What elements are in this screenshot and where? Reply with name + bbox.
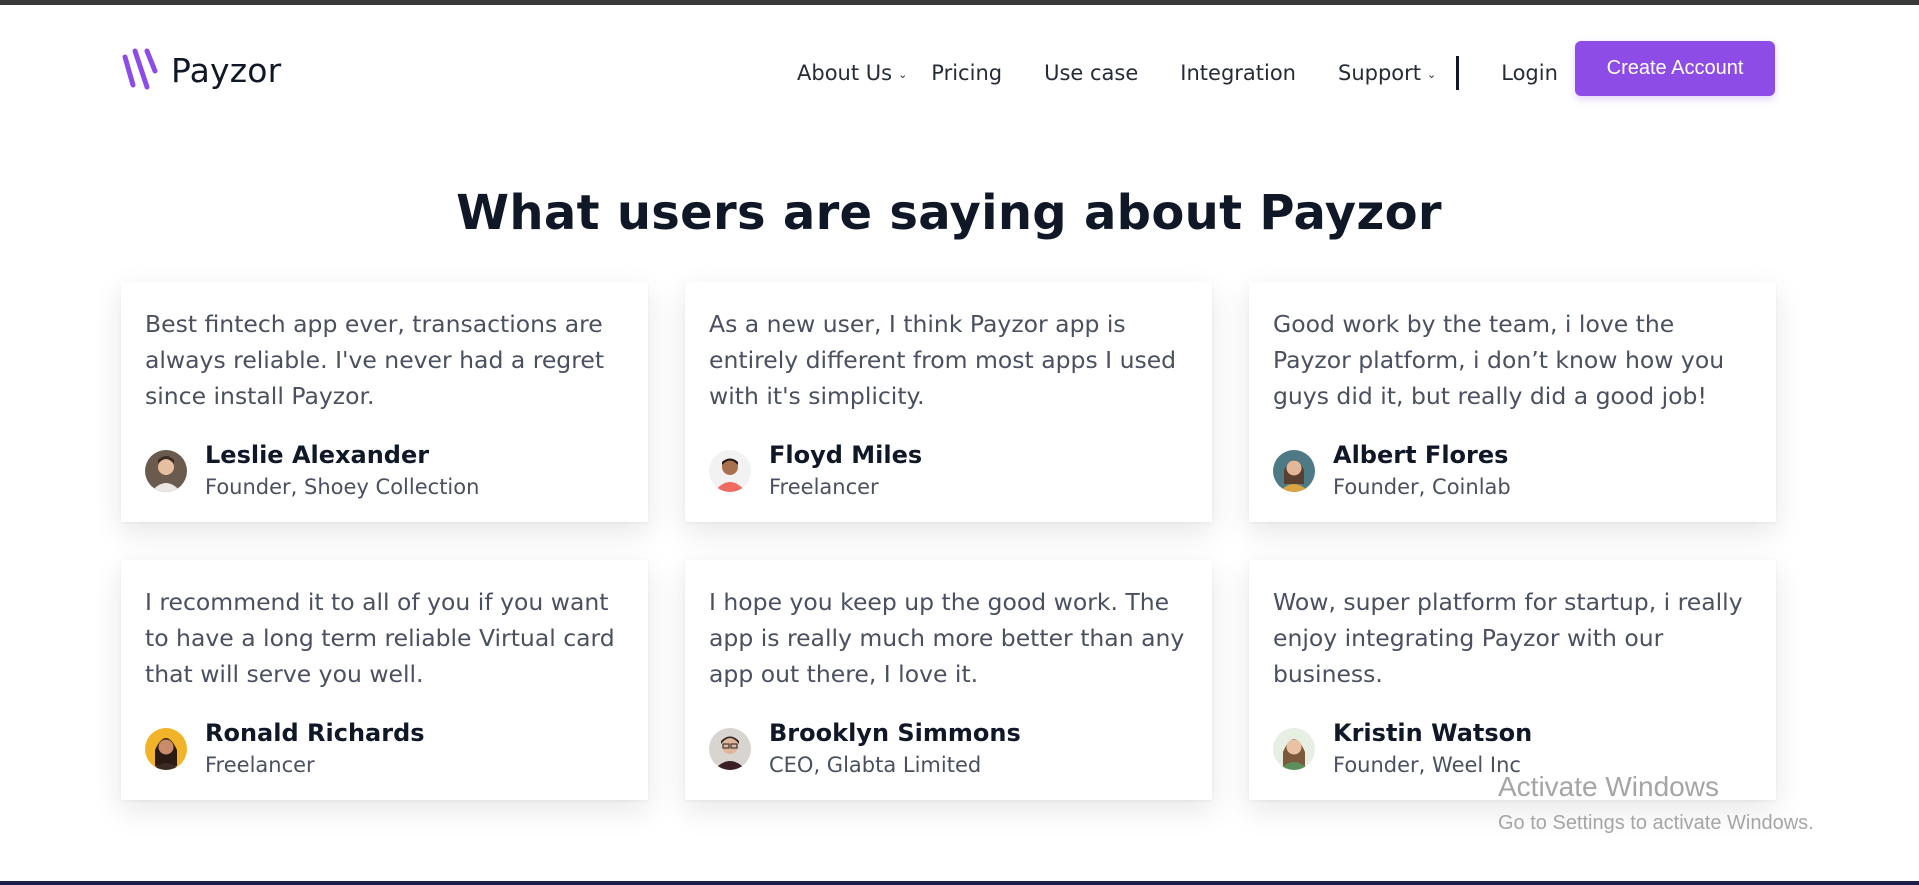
testimonial-quote: I hope you keep up the good work. The ap… (709, 588, 1185, 688)
author-role: Founder, Coinlab (1333, 475, 1511, 499)
author-role: Freelancer (205, 753, 315, 777)
login-label: Login (1501, 61, 1558, 85)
nav-about-us[interactable]: About Us ⌄ (797, 61, 907, 85)
bottom-border (0, 881, 1919, 885)
avatar (709, 728, 751, 770)
testimonial-author: Ronald Richards Freelancer (145, 718, 425, 780)
nav-pricing-label: Pricing (931, 61, 1003, 85)
testimonial-card: As a new user, I think Payzor app is ent… (685, 282, 1212, 522)
chevron-down-icon: ⌄ (898, 67, 908, 81)
avatar (145, 728, 187, 770)
watermark-subtitle: Go to Settings to activate Windows. (1498, 812, 1814, 834)
testimonial-quote: Wow, super platform for startup, i reall… (1273, 588, 1743, 688)
author-name: Leslie Alexander (205, 441, 430, 469)
nav-support-label: Support (1338, 61, 1422, 85)
login-link[interactable]: Login (1501, 61, 1558, 85)
brand-logo[interactable]: Payzor (119, 46, 281, 94)
author-name: Albert Flores (1333, 441, 1509, 469)
testimonial-author: Brooklyn Simmons CEO, Glabta Limited (709, 718, 1021, 780)
main-nav: About Us ⌄ Pricing Use case Integration … (797, 53, 1558, 93)
author-role: Freelancer (769, 475, 879, 499)
nav-pricing[interactable]: Pricing (931, 61, 1002, 85)
payzor-logo-icon (122, 48, 158, 90)
chevron-down-icon: ⌄ (1427, 67, 1437, 81)
nav-divider (1456, 56, 1460, 90)
testimonial-author: Floyd Miles Freelancer (709, 440, 922, 502)
author-name: Kristin Watson (1333, 719, 1533, 747)
testimonial-author: Leslie Alexander Founder, Shoey Collecti… (145, 440, 479, 502)
testimonial-card: Wow, super platform for startup, i reall… (1249, 560, 1776, 800)
testimonial-card: I recommend it to all of you if you want… (121, 560, 648, 800)
testimonial-card: Best fintech app ever, transactions are … (121, 282, 648, 522)
testimonial-quote: Best fintech app ever, transactions are … (145, 310, 605, 410)
testimonial-card: Good work by the team, i love the Payzor… (1249, 282, 1776, 522)
testimonial-card: I hope you keep up the good work. The ap… (685, 560, 1212, 800)
author-role: CEO, Glabta Limited (769, 753, 982, 777)
author-name: Brooklyn Simmons (769, 719, 1021, 747)
create-account-button[interactable]: Create Account (1575, 41, 1775, 96)
watermark-title: Activate Windows (1498, 771, 1719, 802)
windows-activation-watermark: Activate Windows Go to Settings to activ… (1498, 770, 1814, 838)
testimonial-quote: Good work by the team, i love the Payzor… (1273, 310, 1725, 410)
avatar (709, 450, 751, 492)
testimonial-author: Albert Flores Founder, Coinlab (1273, 440, 1511, 502)
nav-integration[interactable]: Integration (1180, 61, 1296, 85)
testimonial-author: Kristin Watson Founder, Weel Inc (1273, 718, 1532, 780)
avatar (1273, 450, 1315, 492)
site-header: Payzor About Us ⌄ Pricing Use case Integ… (0, 5, 1919, 133)
nav-use-case[interactable]: Use case (1044, 61, 1138, 85)
testimonial-quote: I recommend it to all of you if you want… (145, 588, 615, 688)
testimonial-quote: As a new user, I think Payzor app is ent… (709, 310, 1177, 410)
author-role: Founder, Shoey Collection (205, 475, 480, 499)
brand-name: Payzor (171, 50, 282, 90)
nav-integration-label: Integration (1180, 61, 1296, 85)
avatar (145, 450, 187, 492)
nav-about-us-label: About Us (797, 61, 893, 85)
author-name: Floyd Miles (769, 441, 923, 469)
avatar (1273, 728, 1315, 770)
nav-use-case-label: Use case (1044, 61, 1139, 85)
author-name: Ronald Richards (205, 719, 425, 747)
testimonials-title: What users are saying about Payzor (456, 185, 1442, 241)
nav-support[interactable]: Support ⌄ (1338, 61, 1436, 85)
